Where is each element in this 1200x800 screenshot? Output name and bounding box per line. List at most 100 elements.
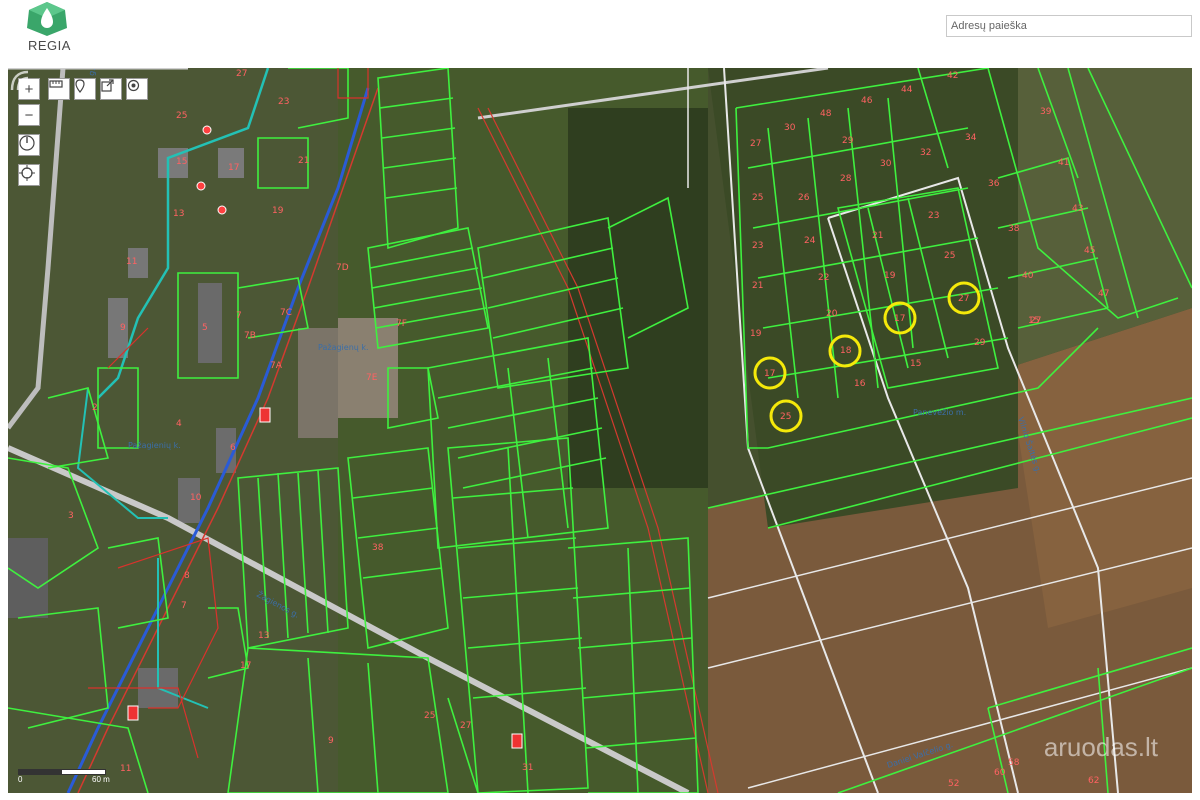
parcel-label: 52 (948, 779, 959, 789)
parcel-label: 58 (1008, 758, 1020, 768)
compass-icon (19, 135, 35, 151)
address-search-input[interactable] (946, 15, 1192, 37)
street-label: Pažagienių k. (128, 441, 181, 450)
parcel-label: 46 (861, 96, 873, 106)
parcel-label: 24 (804, 236, 816, 246)
watermark-logo-icon (10, 70, 29, 91)
parcel-label: 21 (872, 231, 883, 241)
parcel-label: 43 (1072, 204, 1083, 214)
logo-text: REGIA (28, 38, 71, 53)
parcel-label: 22 (818, 273, 829, 283)
scale-label-right: 60 m (92, 775, 110, 784)
aruodas-watermark: aruodas.lt (1043, 732, 1158, 762)
parcel-label: 41 (1058, 158, 1069, 168)
point-select-button[interactable] (126, 78, 148, 100)
parcel-label: 15 (910, 359, 921, 369)
parcel-label: 10 (190, 493, 202, 503)
scale-bar: 0 60 m (18, 767, 118, 787)
power-marker-icon (259, 407, 271, 423)
parcel-label: 17 (894, 314, 905, 324)
parcel-label: 23 (928, 211, 939, 221)
parcel-label: 32 (920, 148, 931, 158)
parcel-label: 7D (336, 263, 349, 273)
parcel-label: 17 (240, 661, 251, 671)
parcel-label: 11 (126, 257, 137, 267)
parcel-label: 42 (947, 71, 958, 81)
street-label: Panevėžio m. (913, 408, 966, 417)
parcel-label: 13 (258, 631, 269, 641)
parcel-label: 2 (92, 403, 98, 413)
parcel-label: 3 (68, 511, 74, 521)
parcel-label: 7 (181, 601, 187, 611)
export-icon (101, 79, 114, 92)
parcel-label: 25 (176, 111, 187, 121)
parcel-label: 25 (944, 251, 955, 261)
parcel-label: 23 (752, 241, 763, 251)
parcel-label: 19 (272, 206, 284, 216)
parcel-label: 47 (1098, 289, 1109, 299)
target-dot-icon (127, 79, 140, 92)
pin-icon (75, 79, 85, 93)
street-label: Pažagienų k. (318, 343, 369, 352)
parcel-label: 23 (278, 97, 289, 107)
scale-label-left: 0 (18, 775, 23, 784)
parcel-label: 30 (880, 159, 892, 169)
parcel-label: 7A (270, 361, 283, 371)
parcel-label: 8 (184, 571, 190, 581)
parcel-label: 45 (1084, 246, 1095, 256)
parcel-label: 31 (522, 763, 533, 773)
parcel-label: 15 (1028, 316, 1039, 326)
zoom-out-button[interactable]: − (18, 104, 40, 126)
locate-me-button[interactable] (18, 164, 40, 186)
parcel-label: 21 (298, 156, 309, 166)
compass-button[interactable] (18, 134, 40, 156)
parcel-label: 19 (750, 329, 762, 339)
parcel-label: 7C (280, 308, 292, 318)
parcel-label: 20 (826, 309, 838, 319)
parcel-label: 40 (1022, 271, 1034, 281)
parcel-label: 7F (396, 319, 407, 329)
parcel-label: 38 (1008, 224, 1020, 234)
parcel-label: 36 (988, 179, 1000, 189)
parcel-label: 18 (840, 346, 852, 356)
parcel-label: 44 (901, 85, 913, 95)
parcel-label: 26 (798, 193, 810, 203)
parcel-label: 34 (965, 133, 977, 143)
parcel-label: 38 (372, 543, 384, 553)
parcel-label: 5 (202, 323, 208, 333)
parcel-label: 7B (244, 331, 256, 341)
parcel-label: 21 (752, 281, 763, 291)
parcel-label: 9 (328, 736, 334, 746)
parcel-label: 27 (750, 139, 761, 149)
parcel-label: 27 (460, 721, 471, 731)
parcel-label: 17 (764, 369, 775, 379)
parcel-label: 39 (1040, 107, 1052, 117)
parcel-label: 27 (236, 69, 247, 79)
app-header: REGIA (0, 0, 1200, 66)
parcel-label: 25 (780, 412, 791, 422)
export-button[interactable] (100, 78, 122, 100)
parcel-label: 6 (230, 443, 236, 453)
crosshair-icon (19, 165, 35, 181)
map-canvas[interactable]: 42 46 44 39 48 30 29 32 34 27 28 30 36 4… (8, 68, 1192, 793)
parcel-label: 30 (784, 123, 796, 133)
map-layer: 42 46 44 39 48 30 29 32 34 27 28 30 36 4… (8, 68, 1192, 793)
parcel-label: 25 (424, 711, 435, 721)
parcel-label: 15 (176, 157, 187, 167)
parcel-label: 28 (840, 174, 852, 184)
parcel-label: 48 (820, 109, 832, 119)
parcel-label: 29 (842, 136, 854, 146)
parcel-label: 19 (884, 271, 896, 281)
parcel-label: 11 (120, 764, 131, 774)
location-pin-button[interactable] (74, 78, 96, 100)
parcel-label: 60 (994, 768, 1006, 778)
parcel-label: 4 (176, 419, 182, 429)
parcel-label: 17 (228, 163, 239, 173)
measure-button[interactable] (48, 78, 70, 100)
parcel-label: 16 (854, 379, 866, 389)
parcel-label: 25 (752, 193, 763, 203)
parcel-label: 29 (974, 338, 986, 348)
parcel-label: 7E (366, 373, 378, 383)
parcel-label: 9 (120, 323, 126, 333)
parcel-label: 7 (236, 311, 242, 321)
